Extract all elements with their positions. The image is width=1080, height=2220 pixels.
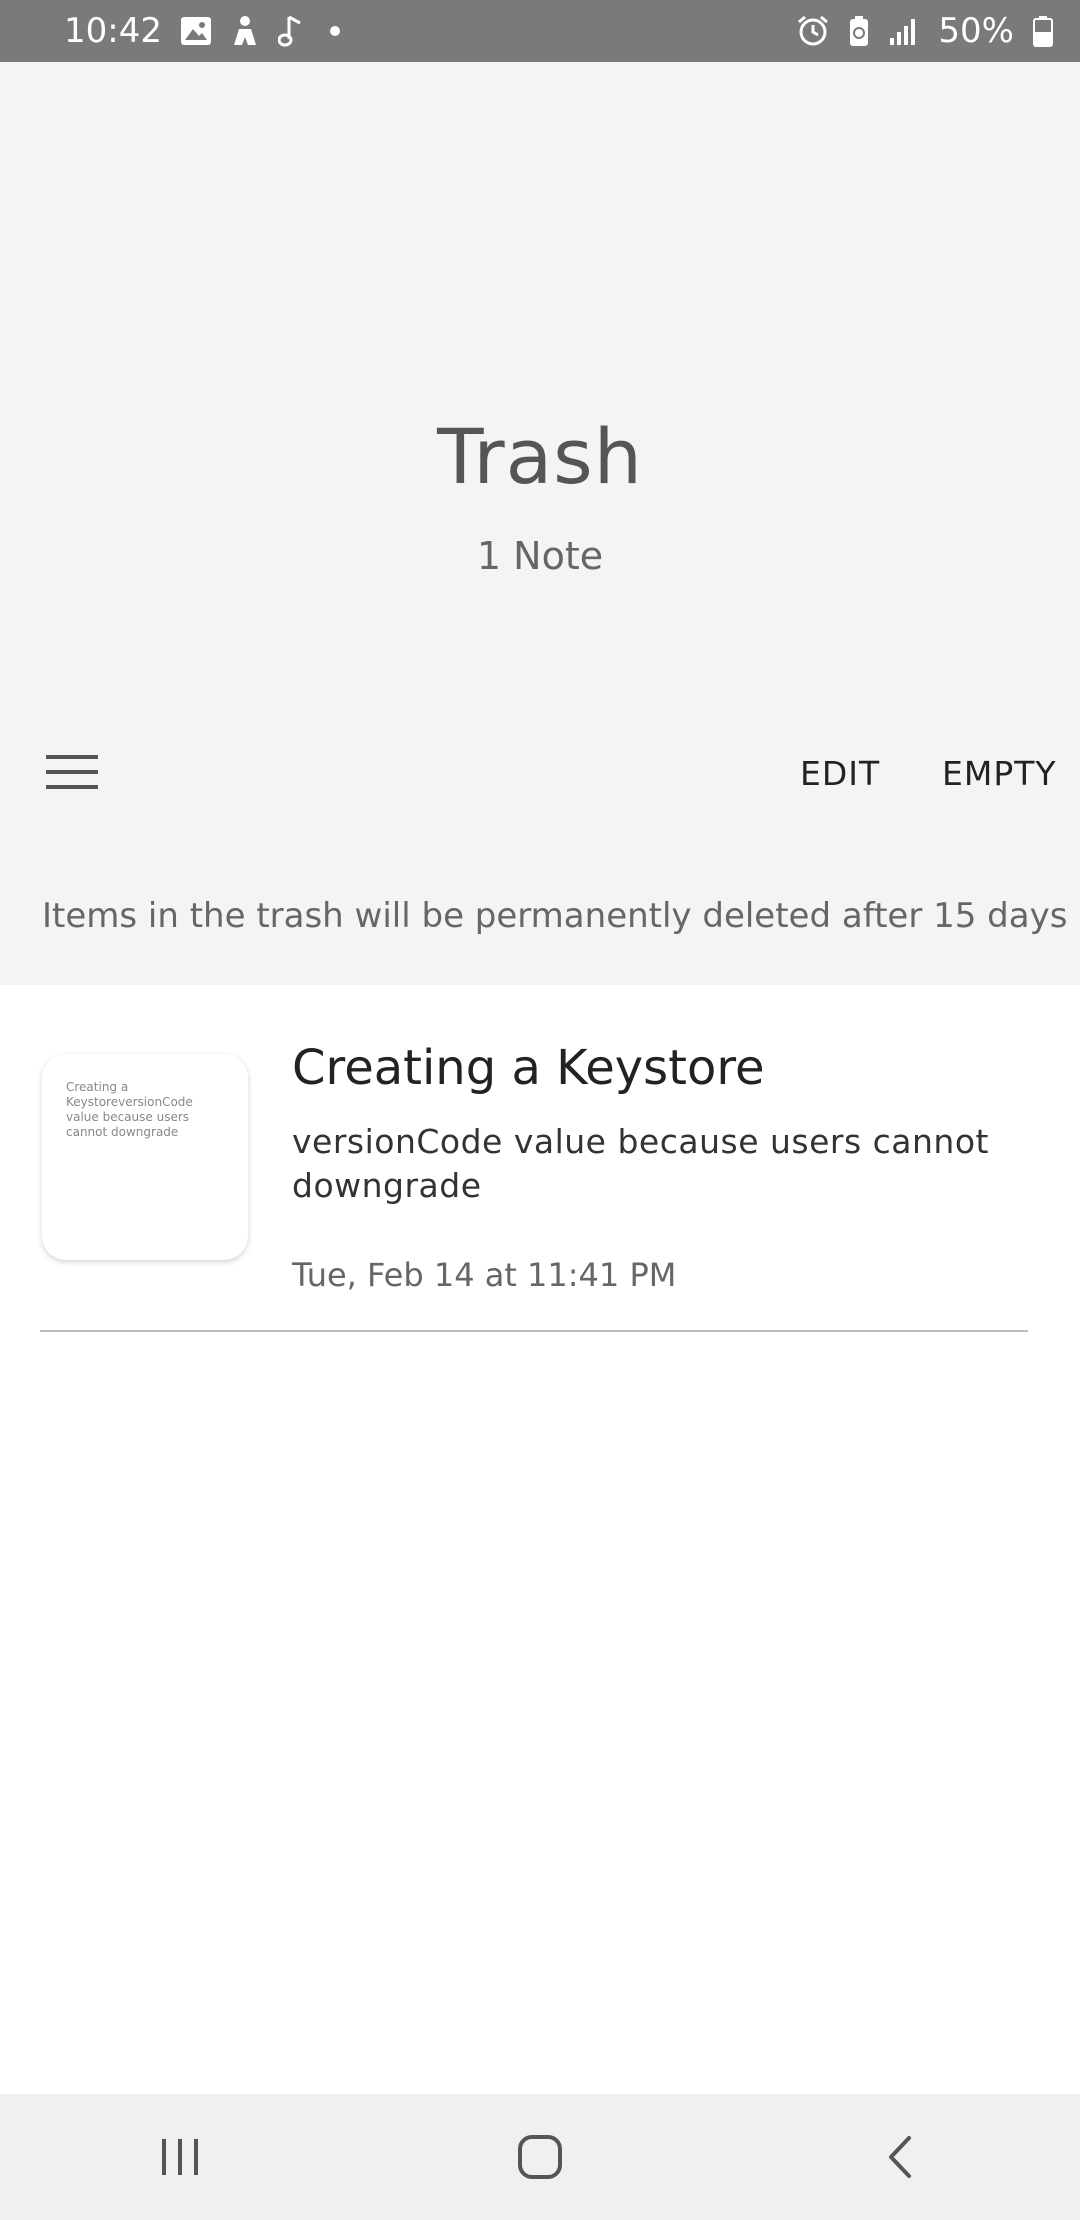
home-button[interactable] [500, 2117, 580, 2197]
empty-trash-button[interactable]: EMPTY [942, 754, 1057, 793]
status-time: 10:42 [64, 11, 162, 51]
trash-header: Trash 1 Note EDIT EMPTY Items in the tra… [0, 62, 1080, 985]
page-title: Trash [437, 412, 643, 501]
note-preview: versionCode value because users cannot d… [292, 1122, 989, 1205]
alarm-icon [796, 14, 830, 48]
note-title: Creating a Keystore [292, 1040, 765, 1096]
status-bar: 10:42 50% [0, 0, 1080, 62]
home-icon [518, 2135, 562, 2179]
recent-apps-button[interactable] [140, 2117, 220, 2197]
list-item[interactable]: Creating a Keystore versionCode value bec… [40, 1020, 1028, 1332]
menu-button[interactable] [42, 742, 102, 802]
thumbnail-text: Creating a KeystoreversionCode value bec… [66, 1080, 193, 1139]
status-bar-left: 10:42 [64, 11, 340, 51]
battery-icon [1032, 15, 1054, 47]
note-count: 1 Note [476, 534, 604, 578]
person-icon [230, 15, 260, 47]
recent-apps-icon [162, 2139, 198, 2175]
note-date: Tue, Feb 14 at 11:41 PM [292, 1256, 677, 1294]
battery-percent: 50% [938, 11, 1014, 51]
back-icon [889, 2136, 911, 2178]
trash-notice: Items in the trash will be permanently d… [42, 896, 1068, 936]
battery-saver-icon [848, 15, 870, 47]
status-bar-right: 50% [796, 11, 1054, 51]
note-thumbnail: Creating a KeystoreversionCode value bec… [42, 1054, 248, 1260]
edit-button[interactable]: EDIT [800, 754, 880, 793]
navigation-bar [0, 2094, 1080, 2220]
hamburger-icon [46, 755, 98, 789]
dot-icon [329, 26, 340, 36]
signal-icon [888, 16, 920, 46]
back-button[interactable] [860, 2117, 940, 2197]
music-note-icon [277, 15, 304, 47]
image-icon [180, 16, 212, 46]
